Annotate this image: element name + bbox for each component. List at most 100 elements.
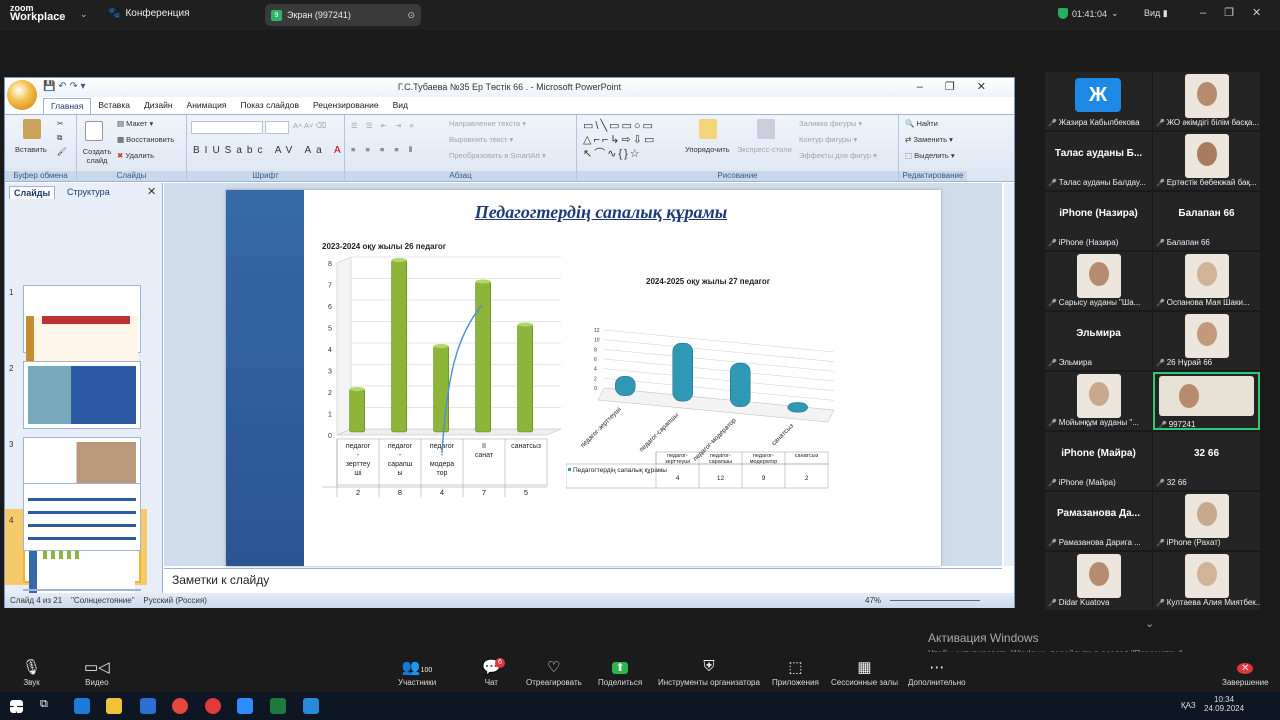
office-button[interactable] — [7, 80, 37, 110]
new-slide-button[interactable]: Создать слайд — [81, 147, 113, 165]
slide-thumbnail-2[interactable] — [23, 361, 141, 429]
bar — [615, 376, 636, 396]
more-button[interactable]: ⋯ Дополнительно — [908, 658, 966, 687]
explorer-icon[interactable] — [106, 698, 122, 714]
participant-tile[interactable]: Балапан 66 🎤 Балапан 66 — [1153, 192, 1260, 250]
paste-button[interactable]: Вставить — [15, 145, 47, 154]
participant-tile[interactable]: 🎤 Сарысу ауданы "Ша... — [1045, 252, 1152, 310]
participant-tile[interactable]: Талас ауданы Б... 🎤 Талас ауданы Балдау... — [1045, 132, 1152, 190]
participant-tile[interactable]: 🎤 ЖО әкімдігі білім басқа... — [1153, 72, 1260, 130]
participant-tile[interactable]: 32 66 🎤 32 66 — [1153, 432, 1260, 490]
yandex-icon[interactable] — [205, 698, 221, 714]
mic-muted-icon: 🎤 — [1156, 540, 1165, 547]
font-grow-icon[interactable]: A˄ A˅ ⌫ — [293, 121, 326, 130]
participant-tile[interactable]: 🎤 Оспанова Мая Шаки... — [1153, 252, 1260, 310]
chevron-down-icon[interactable]: ⌄ — [1111, 8, 1119, 19]
slide-thumbnail-1[interactable] — [23, 285, 141, 374]
tab-home[interactable]: Главная — [43, 98, 92, 114]
participant-tile[interactable]: Эльмира 🎤 Эльмира — [1045, 312, 1152, 370]
participant-tile[interactable]: 🎤 iPhone (Рахат) — [1153, 492, 1260, 550]
notes-field[interactable]: Заметки к слайду — [164, 568, 1002, 592]
tab-design[interactable]: Дизайн — [137, 98, 180, 114]
participant-tile[interactable]: 🎤 Мойынқұм ауданы "... — [1045, 372, 1152, 430]
shape-outline-button[interactable]: Контур фигуры ▾ — [799, 135, 857, 144]
tab-insert[interactable]: Вставка — [91, 98, 137, 114]
screen-share-pill[interactable]: 9 Экран (997241) ⊙ — [265, 4, 421, 26]
task-view-icon[interactable]: ⧉ — [40, 698, 56, 714]
shapes-gallery[interactable]: ▭\╲▭▭○▭ △⌐⌐↳⇨⇩▭ ↖⌒∿{}☆ — [583, 119, 679, 161]
quick-access-toolbar[interactable]: 💾 ↶ ↷ ▾ — [43, 81, 86, 92]
reset-button[interactable]: ▦ Восстановить — [117, 135, 174, 144]
arrange-button[interactable]: Упорядочить — [685, 145, 730, 154]
chevron-down-icon[interactable]: ⌄ — [1145, 617, 1154, 630]
participant-tile[interactable]: 🎤 26 Нұрай 66 — [1153, 312, 1260, 370]
text-direction-button[interactable]: Направление текста ▾ — [449, 119, 526, 128]
tab-animation[interactable]: Анимация — [180, 98, 234, 114]
data-label: 2 — [356, 488, 360, 497]
shape-effects-button[interactable]: Эффекты для фигур ▾ — [799, 151, 877, 160]
align-icons[interactable]: ≡ ≡ ≡ ≡ ⫴ — [351, 145, 416, 155]
cut-icon[interactable]: ✂ — [57, 119, 63, 128]
breakout-button[interactable]: ▦ Сессионные залы — [831, 658, 898, 687]
edge-icon[interactable] — [74, 698, 90, 714]
share-button[interactable]: ⬆ Поделиться — [598, 658, 642, 687]
tab-slideshow[interactable]: Показ слайдов — [233, 98, 306, 114]
participant-tile[interactable]: iPhone (Майра) 🎤 iPhone (Майра) — [1045, 432, 1152, 490]
slide-thumbnail-5[interactable] — [23, 483, 141, 551]
select-button[interactable]: ⬚ Выделить ▾ — [905, 151, 955, 160]
end-button[interactable]: ✕ Завершение — [1222, 658, 1269, 687]
font-size-field[interactable] — [265, 121, 289, 134]
apps-button[interactable]: ⬚ Приложения — [772, 658, 819, 687]
replace-button[interactable]: ⇄ Заменить ▾ — [905, 135, 953, 144]
participant-tile[interactable]: 🎤 997241 — [1153, 372, 1260, 430]
tab-review[interactable]: Рецензирование — [306, 98, 386, 114]
y-tick-label: 3 — [328, 369, 332, 376]
list-icons[interactable]: ☰ ☰ ⇤ ⇥ ≡ — [351, 121, 417, 130]
participant-tile[interactable]: iPhone (Назира) 🎤 iPhone (Назира) — [1045, 192, 1152, 250]
more-icon[interactable]: ⊙ — [407, 10, 415, 21]
participants-button[interactable]: 👥100 Участники — [398, 658, 436, 687]
participant-tile[interactable]: 🎤 Ертөстік бөбекжай бақ... — [1153, 132, 1260, 190]
audio-button[interactable]: 🎙 Звук — [22, 658, 41, 687]
conference-button[interactable]: 🐾 Конференция — [108, 8, 190, 19]
react-button[interactable]: ♡ Отреагировать — [526, 658, 582, 687]
participant-tile[interactable]: 🎤 Култаева Алия Миятбек... — [1153, 552, 1260, 610]
store-icon[interactable] — [140, 698, 156, 714]
ppt-window-controls[interactable]: –❐✕ — [917, 80, 1008, 93]
video-button[interactable]: ▭◁ Видео — [84, 658, 110, 687]
app-icon[interactable] — [303, 698, 319, 714]
zoom-slider[interactable] — [890, 600, 980, 601]
smartart-button[interactable]: Преобразовать в SmartArt ▾ — [449, 151, 546, 160]
tab-slides[interactable]: Слайды — [9, 186, 56, 199]
participant-tile[interactable]: 🎤 Didar Kuatova — [1045, 552, 1152, 610]
find-button[interactable]: 🔍 Найти — [905, 119, 938, 128]
participant-tile[interactable]: Ж 🎤 Жазира Кабылбекова — [1045, 72, 1152, 130]
host-tools-button[interactable]: ⛨ Инструменты организатора — [658, 658, 760, 687]
clock[interactable]: 10:34 24.09.2024 — [1204, 695, 1244, 713]
excel-icon[interactable] — [270, 698, 286, 714]
shape-fill-button[interactable]: Заливка фигуры ▾ — [799, 119, 862, 128]
layout-button[interactable]: ▤ Макет ▾ — [117, 119, 153, 128]
participant-tile[interactable]: Рамазанова Да... 🎤 Рамазанова Дарига ... — [1045, 492, 1152, 550]
zoom-app-icon[interactable] — [237, 698, 253, 714]
window-controls[interactable]: –❐✕ — [1200, 6, 1279, 19]
delete-button[interactable]: ✖ Удалить — [117, 151, 154, 160]
chevron-down-icon[interactable]: ⌄ — [80, 9, 88, 20]
view-button[interactable]: Вид ▮ — [1144, 8, 1168, 19]
tab-view[interactable]: Вид — [386, 98, 415, 114]
tab-outline[interactable]: Структура — [63, 186, 114, 198]
vertical-scrollbar[interactable] — [1004, 183, 1014, 566]
format-painter-icon[interactable]: 🖌 — [57, 147, 67, 156]
font-name-field[interactable] — [191, 121, 263, 134]
align-text-button[interactable]: Выровнять текст ▾ — [449, 135, 513, 144]
copy-icon[interactable]: ⧉ — [57, 133, 62, 143]
close-icon[interactable]: ✕ — [147, 185, 156, 198]
slide-canvas[interactable]: Педагогтердің сапалық құрамы 2023-2024 о… — [226, 190, 941, 566]
chrome-icon[interactable] — [172, 698, 188, 714]
participants-label: Участники — [398, 678, 437, 687]
windows-start-icon[interactable] — [10, 700, 23, 713]
language-indicator[interactable]: ҚАЗ — [1181, 701, 1196, 710]
align-text-label: Выровнять текст — [449, 135, 508, 144]
quick-styles-button[interactable]: Экспресс-стили — [737, 145, 792, 154]
font-format-buttons[interactable]: BIUSabc AV Aa A — [193, 145, 346, 156]
